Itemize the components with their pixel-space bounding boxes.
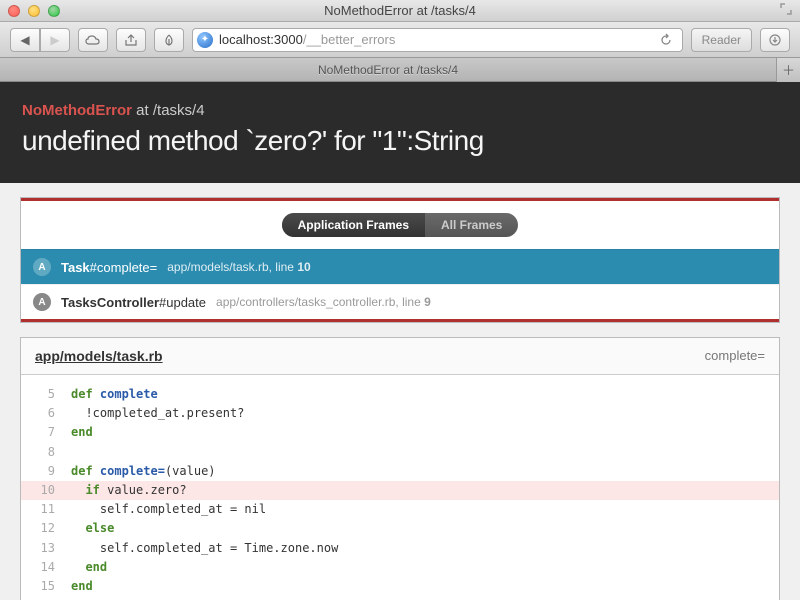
code-text: self.completed_at = Time.zone.now: [71, 539, 338, 558]
url-host: localhost:3000: [219, 32, 303, 47]
source-method: complete=: [705, 348, 765, 364]
source-header: app/models/task.rb complete=: [21, 338, 779, 375]
code-text: if value.zero?: [71, 481, 187, 500]
frame-badge: A: [33, 293, 51, 311]
code-line: 11 self.completed_at = nil: [21, 500, 779, 519]
reader-button[interactable]: Reader: [691, 28, 752, 52]
code-text: end: [71, 577, 93, 596]
line-number: 7: [21, 423, 71, 442]
fullscreen-icon[interactable]: [780, 3, 792, 18]
nav-buttons: ◀ ▶: [10, 28, 70, 52]
code-text: self.completed_at = nil: [71, 500, 266, 519]
frame-class: TasksController: [61, 295, 159, 310]
frame-row[interactable]: A TasksController#update app/controllers…: [21, 284, 779, 319]
source-file: app/models/task.rb: [35, 348, 163, 364]
error-title-line: NoMethodError at /tasks/4: [22, 102, 778, 119]
frame-badge: A: [33, 258, 51, 276]
line-number: 13: [21, 539, 71, 558]
maximize-icon[interactable]: [48, 5, 60, 17]
share-button[interactable]: [116, 28, 146, 52]
code-line: 9def complete=(value): [21, 462, 779, 481]
frame-location: app/controllers/tasks_controller.rb, lin…: [216, 295, 431, 309]
line-number: 14: [21, 558, 71, 577]
close-icon[interactable]: [8, 5, 20, 17]
line-number: 10: [21, 481, 71, 500]
page-content: NoMethodError at /tasks/4 undefined meth…: [0, 82, 800, 600]
code-text: else: [71, 519, 114, 538]
source-body: 5def complete6 !completed_at.present?7en…: [21, 375, 779, 600]
code-line: 13 self.completed_at = Time.zone.now: [21, 539, 779, 558]
code-text: def complete=(value): [71, 462, 216, 481]
code-line: 12 else: [21, 519, 779, 538]
source-panel: app/models/task.rb complete= 5def comple…: [20, 337, 780, 600]
window-title: NoMethodError at /tasks/4: [0, 3, 800, 18]
icloud-button[interactable]: [78, 28, 108, 52]
error-header: NoMethodError at /tasks/4 undefined meth…: [0, 82, 800, 183]
url-text: localhost:3000/__better_errors: [219, 32, 395, 47]
downloads-button[interactable]: [760, 28, 790, 52]
error-message: undefined method `zero?' for "1":String: [22, 125, 778, 157]
frame-method-name: #update: [159, 295, 206, 310]
frame-row[interactable]: A Task#complete= app/models/task.rb, lin…: [21, 249, 779, 284]
line-number: 8: [21, 443, 71, 462]
code-text: end: [71, 558, 107, 577]
browser-toolbar: ◀ ▶ ✦ localhost:3000/__better_errors Rea…: [0, 22, 800, 58]
frame-method-name: #complete=: [90, 260, 158, 275]
code-line: 6 !completed_at.present?: [21, 404, 779, 423]
frames-pill: Application Frames All Frames: [282, 213, 519, 237]
back-button[interactable]: ◀: [10, 28, 40, 52]
reload-button[interactable]: [654, 28, 678, 52]
line-number: 12: [21, 519, 71, 538]
error-path: /tasks/4: [153, 102, 205, 119]
frame-class: Task: [61, 260, 90, 275]
code-text: end: [71, 423, 93, 442]
code-line: 14 end: [21, 558, 779, 577]
error-at: at: [132, 102, 153, 119]
url-path: /__better_errors: [303, 32, 396, 47]
frames-panel: Application Frames All Frames A Task#com…: [20, 197, 780, 323]
traffic-lights: [8, 5, 60, 17]
globe-icon: ✦: [197, 32, 213, 48]
forward-button[interactable]: ▶: [40, 28, 70, 52]
code-line: 5def complete: [21, 385, 779, 404]
frames-toggle: Application Frames All Frames: [21, 201, 779, 249]
tab-title[interactable]: NoMethodError at /tasks/4: [0, 63, 776, 77]
minimize-icon[interactable]: [28, 5, 40, 17]
panel-accent-bottom: [21, 319, 779, 322]
code-line: 15end: [21, 577, 779, 596]
exception-name: NoMethodError: [22, 102, 132, 119]
window-titlebar: NoMethodError at /tasks/4: [0, 0, 800, 22]
line-number: 15: [21, 577, 71, 596]
line-number: 9: [21, 462, 71, 481]
tab-application-frames[interactable]: Application Frames: [282, 213, 425, 237]
new-tab-button[interactable]: ＋: [776, 58, 800, 82]
tab-bar: NoMethodError at /tasks/4 ＋: [0, 58, 800, 82]
line-number: 11: [21, 500, 71, 519]
code-line: 7end: [21, 423, 779, 442]
line-number: 5: [21, 385, 71, 404]
inspector-button[interactable]: [154, 28, 184, 52]
frame-method: Task#complete=: [61, 260, 157, 275]
code-line: 10 if value.zero?: [21, 481, 779, 500]
frame-method: TasksController#update: [61, 295, 206, 310]
address-bar[interactable]: ✦ localhost:3000/__better_errors: [192, 28, 683, 52]
code-text: def complete: [71, 385, 158, 404]
frame-location: app/models/task.rb, line 10: [167, 260, 310, 274]
code-text: !completed_at.present?: [71, 404, 244, 423]
tab-all-frames[interactable]: All Frames: [425, 213, 518, 237]
line-number: 6: [21, 404, 71, 423]
code-line: 8: [21, 443, 779, 462]
